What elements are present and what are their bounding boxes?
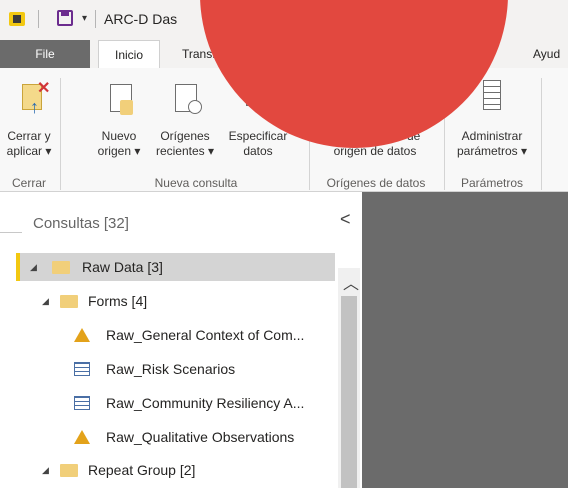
folder-icon <box>60 295 78 308</box>
list-item-label: Raw_General Context of Com... <box>106 327 305 343</box>
folder-icon <box>52 261 70 274</box>
query-item-raw-qualitative-observations[interactable]: Raw_Qualitative Observations <box>72 423 338 451</box>
title-separator <box>38 10 39 28</box>
table-icon <box>74 362 90 376</box>
query-folder-raw-data[interactable]: ◢ Raw Data [3] <box>16 253 335 281</box>
query-folder-repeat-group[interactable]: ◢ Repeat Group [2] <box>30 456 330 484</box>
window-title: ARC-D Das <box>104 11 178 27</box>
save-icon[interactable] <box>57 10 73 26</box>
chevron-up-icon[interactable]: ︿ <box>343 270 359 294</box>
tab-ayuda[interactable]: Ayud <box>533 40 560 68</box>
list-item-label: Raw_Qualitative Observations <box>106 429 295 445</box>
list-item-label: Raw Data [3] <box>82 259 163 275</box>
table-icon <box>74 396 90 410</box>
quick-access-dropdown-icon[interactable]: ▾ <box>82 13 87 24</box>
list-item-label: Raw_Community Resiliency A... <box>106 395 305 411</box>
group-label-nueva-consulta: Nueva consulta <box>154 176 238 190</box>
queries-panel-title: Consultas [32] <box>33 215 129 232</box>
query-item-raw-general-context[interactable]: Raw_General Context of Com... <box>72 321 338 349</box>
expand-triangle-icon[interactable]: ◢ <box>42 456 49 484</box>
expand-triangle-icon[interactable]: ◢ <box>42 287 49 315</box>
group-label-origenes-datos: Orígenes de datos <box>326 176 426 190</box>
warning-icon <box>74 430 90 444</box>
manage-parameters-button[interactable]: Administrar parámetros ▾ <box>447 129 537 159</box>
scrollbar-thumb[interactable] <box>341 296 357 488</box>
ribbon-group-divider <box>60 78 61 190</box>
chevron-left-icon[interactable]: < <box>340 209 351 230</box>
powerbi-app-icon <box>9 12 25 26</box>
folder-icon <box>60 464 78 477</box>
enter-data-button[interactable]: Especificar datos <box>225 129 291 159</box>
list-item-label: Raw_Risk Scenarios <box>106 361 236 377</box>
divider-line <box>0 232 22 233</box>
group-label-cerrar: Cerrar <box>11 176 46 190</box>
query-folder-forms[interactable]: ◢ Forms [4] <box>30 287 330 315</box>
warning-icon <box>74 328 90 342</box>
close-apply-button[interactable]: Cerrar y aplicar ▾ <box>2 129 56 159</box>
expand-triangle-icon[interactable]: ◢ <box>30 253 37 281</box>
preview-pane <box>362 192 568 488</box>
query-item-raw-community-resiliency[interactable]: Raw_Community Resiliency A... <box>72 389 338 417</box>
recent-sources-button[interactable]: Orígenes recientes ▾ <box>150 129 220 159</box>
list-item-label: Repeat Group [2] <box>88 462 196 478</box>
query-item-raw-risk-scenarios[interactable]: Raw_Risk Scenarios <box>72 355 338 383</box>
new-source-button[interactable]: Nuevo origen ▾ <box>94 129 144 159</box>
group-label-parametros: Parámetros <box>460 176 524 190</box>
tab-inicio[interactable]: Inicio <box>98 40 160 68</box>
tab-file[interactable]: File <box>0 40 90 68</box>
title-separator <box>95 10 96 28</box>
list-item-label: Forms [4] <box>88 293 148 309</box>
ribbon-group-divider <box>541 78 542 190</box>
